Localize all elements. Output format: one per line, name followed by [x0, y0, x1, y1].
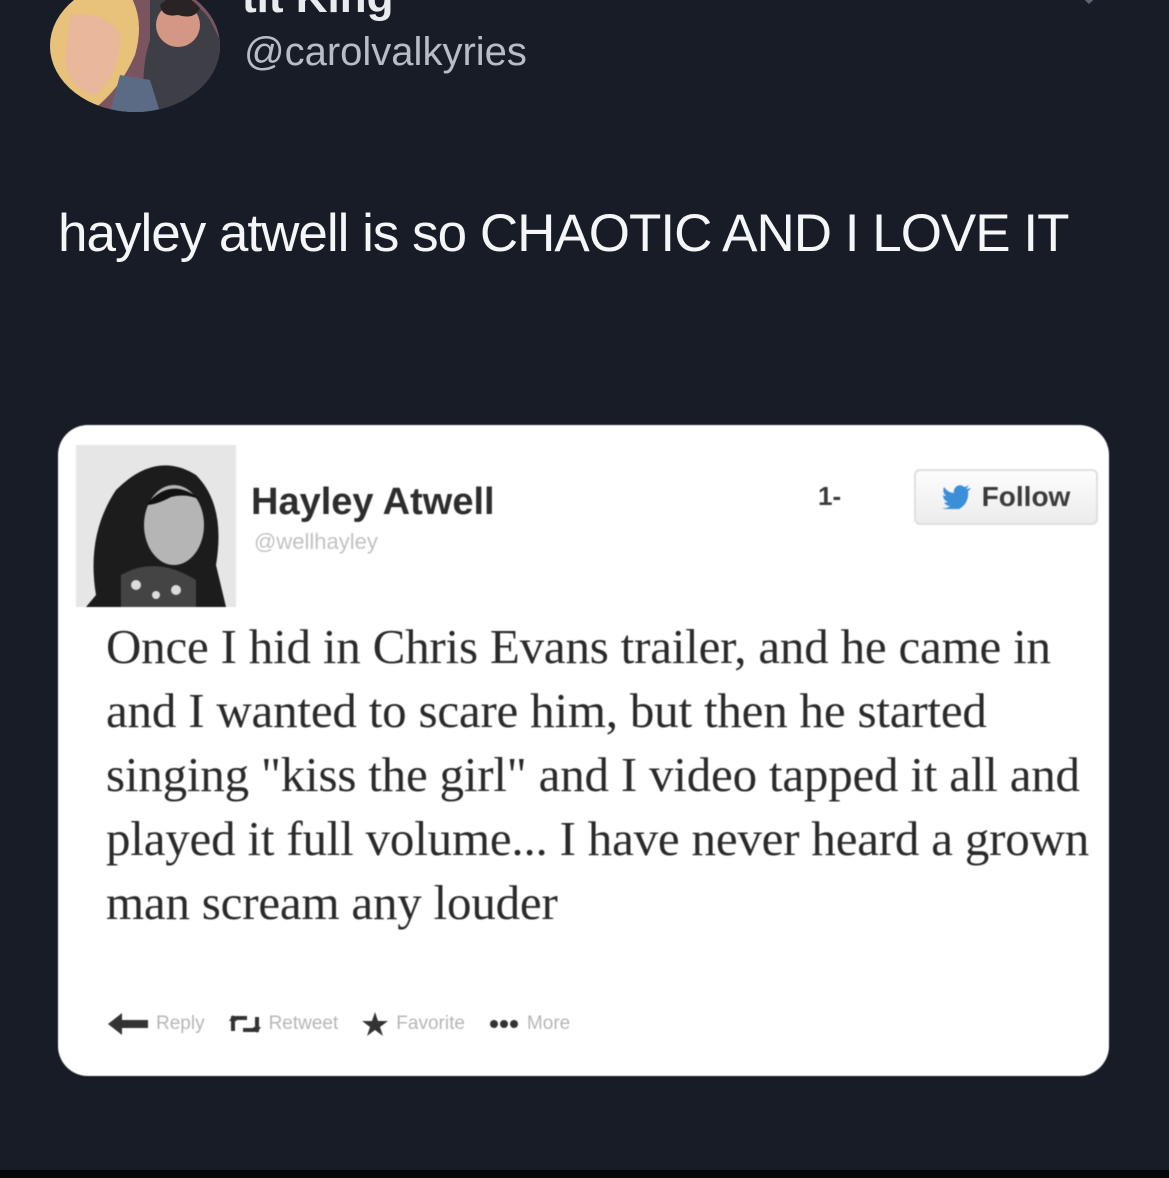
display-name[interactable]: tit King	[242, 0, 394, 20]
bottom-divider	[0, 1170, 1169, 1178]
portrait-photo-icon	[76, 445, 236, 607]
favorite-label: Favorite	[396, 1013, 465, 1034]
profile-avatar[interactable]	[50, 0, 220, 112]
embedded-avatar	[76, 445, 236, 607]
tweet-text: hayley atwell is so CHAOTIC AND I LOVE I…	[58, 204, 1069, 263]
follow-label: Follow	[981, 481, 1071, 512]
screenshot-page: tit King @carolvalkyries hayley atwell i…	[0, 0, 1169, 1178]
comic-avatar-icon	[50, 0, 220, 112]
reply-action: Reply	[108, 1013, 205, 1035]
chevron-down-icon[interactable]	[1068, 0, 1110, 16]
follow-button: Follow	[914, 469, 1098, 525]
twitter-bird-icon	[941, 485, 971, 509]
embedded-handle: @wellhayley	[254, 529, 378, 554]
reply-arrow-icon	[108, 1013, 148, 1035]
retweet-label: Retweet	[268, 1013, 339, 1034]
embedded-tweet-screenshot: Hayley Atwell @wellhayley 1- Follow Once…	[58, 425, 1109, 1076]
more-dots-icon	[489, 1020, 518, 1028]
embedded-tweet-actions: Reply Retweet Favorite More	[108, 1009, 594, 1039]
more-action: More	[489, 1013, 570, 1035]
star-icon	[362, 1012, 389, 1036]
retweet-action: Retweet	[228, 1013, 339, 1035]
retweet-icon	[228, 1015, 261, 1033]
more-label: More	[526, 1013, 571, 1034]
reply-label: Reply	[156, 1013, 205, 1034]
favorite-action: Favorite	[362, 1012, 465, 1036]
user-actions-dropdown: 1-	[818, 481, 842, 511]
user-handle[interactable]: @carolvalkyries	[244, 32, 527, 72]
embedded-tweet-body: Once I hid in Chris Evans trailer, and h…	[106, 619, 1090, 930]
embedded-display-name: Hayley Atwell	[251, 481, 495, 523]
